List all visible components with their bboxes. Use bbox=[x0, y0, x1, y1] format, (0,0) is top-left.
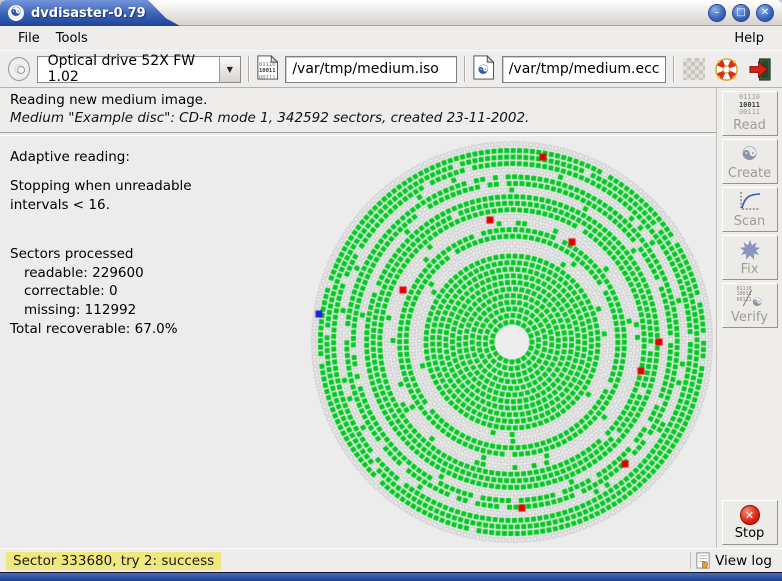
info-correctable: correctable: 0 bbox=[10, 282, 192, 301]
create-button[interactable]: ☯ Create bbox=[722, 139, 778, 184]
action-status-text: Reading new medium image. bbox=[10, 92, 706, 108]
ecc-path-input[interactable] bbox=[502, 56, 666, 83]
log-document-icon bbox=[695, 552, 712, 569]
info-stopping-line1: Stopping when unreadable bbox=[10, 177, 192, 196]
info-missing: missing: 112992 bbox=[10, 301, 192, 320]
yin-yang-icon: ☯ bbox=[741, 143, 758, 165]
curve-chart-icon bbox=[738, 191, 762, 213]
info-sectors-title: Sectors processed bbox=[10, 245, 192, 264]
lifebelt-icon bbox=[714, 57, 739, 82]
window-bottom-border bbox=[0, 572, 782, 581]
view-log-button[interactable]: View log bbox=[690, 552, 776, 569]
create-button-label: Create bbox=[728, 166, 771, 181]
dropdown-arrow-icon[interactable]: ▼ bbox=[219, 57, 240, 82]
menu-tools[interactable]: Tools bbox=[48, 29, 96, 48]
view-log-label: View log bbox=[715, 553, 772, 569]
fix-button[interactable]: Fix bbox=[722, 235, 778, 280]
minimize-button[interactable]: – bbox=[708, 4, 726, 22]
status-header: Reading new medium image. Medium "Exampl… bbox=[0, 88, 716, 132]
menubar: File Tools Help bbox=[0, 26, 782, 50]
window-title: dvdisaster-0.79 bbox=[31, 6, 146, 21]
stop-button[interactable]: ✕ Stop bbox=[722, 500, 778, 545]
stop-icon: ✕ bbox=[740, 505, 760, 525]
splat-icon bbox=[739, 239, 761, 261]
statusbar: Sector 333680, try 2: success View log bbox=[0, 548, 782, 572]
title-tab: ☯ dvdisaster-0.79 bbox=[0, 0, 182, 26]
menu-file[interactable]: File bbox=[10, 29, 48, 48]
info-mode-label: Adaptive reading: bbox=[10, 148, 192, 167]
sidebar: 01110 10011 00111 Read ☯ Create bbox=[716, 88, 782, 548]
main-panel: Adaptive reading: Stopping when unreadab… bbox=[0, 136, 716, 548]
titlebar[interactable]: ☯ dvdisaster-0.79 – □ ✕ bbox=[0, 0, 782, 26]
stop-button-label: Stop bbox=[735, 526, 765, 541]
binary-icon: 01110 10011 00111 bbox=[739, 95, 760, 117]
ecc-file-icon: ☯ bbox=[473, 55, 494, 83]
fix-button-label: Fix bbox=[741, 262, 759, 277]
scan-button-label: Scan bbox=[734, 214, 766, 229]
info-total-recoverable: Total recoverable: 67.0% bbox=[10, 320, 192, 339]
read-button-label: Read bbox=[733, 118, 766, 133]
scan-button[interactable]: Scan bbox=[722, 187, 778, 232]
drive-selector[interactable]: Optical drive 52X FW 1.02 ▼ bbox=[37, 56, 241, 83]
separator bbox=[673, 56, 675, 82]
checkered-icon bbox=[683, 58, 705, 80]
quit-button[interactable] bbox=[747, 56, 774, 83]
app-yin-yang-icon: ☯ bbox=[8, 5, 24, 21]
info-readable: readable: 229600 bbox=[10, 264, 192, 283]
optical-disc-icon bbox=[8, 57, 30, 81]
close-button[interactable]: ✕ bbox=[756, 4, 774, 22]
status-message: Sector 333680, try 2: success bbox=[6, 552, 221, 570]
dvdisaster-window: ☯ dvdisaster-0.79 – □ ✕ File Tools Help … bbox=[0, 0, 782, 581]
drive-selector-value: Optical drive 52X FW 1.02 bbox=[38, 57, 219, 82]
info-panel: Adaptive reading: Stopping when unreadab… bbox=[10, 148, 192, 339]
maximize-button[interactable]: □ bbox=[732, 4, 750, 22]
medium-info-text: Medium "Example disc": CD-R mode 1, 3425… bbox=[10, 110, 706, 126]
iso-path-input[interactable] bbox=[285, 56, 457, 83]
toolbar: Optical drive 52X FW 1.02 ▼ 01110 10011 … bbox=[0, 50, 782, 88]
preferences-button-disabled[interactable] bbox=[682, 56, 706, 83]
separator bbox=[464, 56, 466, 82]
exit-door-icon bbox=[748, 57, 773, 82]
info-stopping-line2: intervals < 16. bbox=[10, 196, 192, 215]
compare-icon: 01110 10011 00111 ☯ bbox=[737, 287, 763, 309]
help-lifebelt-button[interactable] bbox=[713, 56, 740, 83]
image-file-icon: 01110 10011 00111 bbox=[257, 55, 278, 83]
verify-button-label: Verify bbox=[731, 310, 768, 325]
verify-button[interactable]: 01110 10011 00111 ☯ Verify bbox=[722, 283, 778, 328]
read-button[interactable]: 01110 10011 00111 Read bbox=[722, 91, 778, 136]
menu-help[interactable]: Help bbox=[726, 29, 772, 48]
separator bbox=[248, 56, 250, 82]
